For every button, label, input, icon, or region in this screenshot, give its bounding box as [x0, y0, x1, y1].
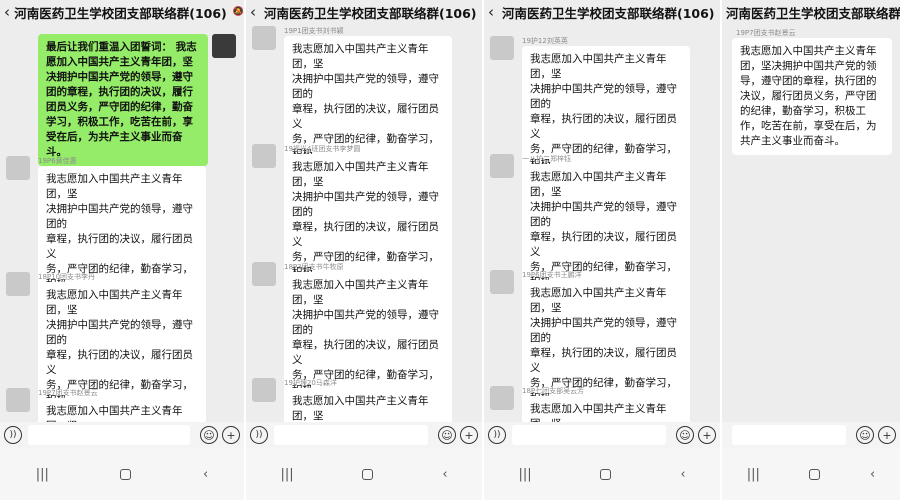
- plus-icon[interactable]: +: [222, 426, 240, 444]
- home-icon[interactable]: [600, 468, 612, 480]
- message-bubble[interactable]: 我志愿加入中国共产主义青年团，坚: [38, 398, 206, 422]
- back-nav-icon[interactable]: ‹: [442, 467, 447, 482]
- emoji-icon[interactable]: ☺: [856, 426, 874, 444]
- message-list[interactable]: 19P7团支书赵景云 我志愿加入中国共产主义青年团，坚决拥护中国共产党的领导，遵…: [722, 24, 900, 422]
- emoji-icon[interactable]: ☺: [438, 426, 456, 444]
- message-list[interactable]: 19P1团支书刘书颖 我志愿加入中国共产主义青年团，坚 决拥护中国共产党的领导，…: [246, 24, 482, 422]
- message-input[interactable]: [28, 425, 190, 445]
- avatar[interactable]: [212, 34, 236, 58]
- input-bar: ☺ +: [722, 422, 900, 448]
- sender-name: 18P3团支书牛牧原: [284, 263, 344, 271]
- sender-name: 19P1团支书刘书颖: [284, 27, 344, 35]
- group-title: 河南医药卫生学校团支部联络群(106): [726, 5, 900, 21]
- plus-icon[interactable]: +: [698, 426, 716, 444]
- sender-name: 19护12刘英英: [522, 37, 568, 45]
- message-list[interactable]: 19护12刘英英 我志愿加入中国共产主义青年团，坚 决拥护中国共产党的领导，遵守…: [484, 24, 720, 422]
- recent-apps-icon[interactable]: |||: [747, 467, 760, 482]
- back-nav-icon[interactable]: ‹: [870, 467, 875, 482]
- chat-screen-1: ‹ 河南医药卫生学校团支部联络群(106) 🔕 最后让我们重温入团誓词： 我志愿…: [0, 0, 244, 500]
- sender-name: 19P6团支书王鹏洋: [522, 271, 582, 279]
- message-bubble[interactable]: 我志愿加入中国共产主义青年团，坚: [522, 396, 690, 422]
- home-icon[interactable]: [362, 468, 374, 480]
- recent-apps-icon[interactable]: |||: [280, 467, 293, 482]
- input-bar: )) ☺ +: [0, 422, 244, 448]
- group-title: 河南医药卫生学校团支部联络群(106): [264, 5, 477, 21]
- input-bar: )) ☺ +: [246, 422, 482, 448]
- sender-name: 19视光4班团支书李梦圆: [284, 145, 361, 153]
- input-bar: )) ☺ +: [484, 422, 720, 448]
- voice-icon[interactable]: )): [250, 426, 268, 444]
- back-arrow-icon[interactable]: ‹: [4, 3, 14, 21]
- plus-icon[interactable]: +: [460, 426, 478, 444]
- chat-screen-3: ‹ 河南医药卫生学校团支部联络群(106) 19护12刘英英 我志愿加入中国共产…: [484, 0, 720, 500]
- avatar[interactable]: [490, 270, 514, 294]
- avatar[interactable]: [490, 386, 514, 410]
- voice-icon[interactable]: )): [4, 426, 22, 444]
- system-nav-bar: ||| ‹: [246, 448, 482, 500]
- chat-screen-2: ‹ 河南医药卫生学校团支部联络群(106) 19P1团支书刘书颖 我志愿加入中国…: [246, 0, 482, 500]
- message-bubble[interactable]: 我志愿加入中国共产主义青年团，坚决拥护中国共产党的领导，遵守团的章程，执行团的决…: [732, 38, 892, 155]
- chat-header: ‹ 河南医药卫生学校团支部联络群(106) 🔕: [0, 0, 244, 24]
- system-nav-bar: ||| ‹: [0, 448, 244, 500]
- avatar[interactable]: [6, 388, 30, 412]
- chat-screen-4: 河南医药卫生学校团支部联络群(106) 19P7团支书赵景云 我志愿加入中国共产…: [722, 0, 900, 500]
- back-arrow-icon[interactable]: ‹: [488, 3, 502, 21]
- recent-apps-icon[interactable]: |||: [36, 467, 49, 482]
- back-arrow-icon[interactable]: ‹: [250, 3, 264, 21]
- avatar[interactable]: [6, 156, 30, 180]
- chat-header: ‹ 河南医药卫生学校团支部联络群(106): [246, 0, 482, 24]
- emoji-icon[interactable]: ☺: [676, 426, 694, 444]
- chat-header: 河南医药卫生学校团支部联络群(106): [722, 0, 900, 24]
- avatar[interactable]: [6, 272, 30, 296]
- back-nav-icon[interactable]: ‹: [203, 467, 208, 482]
- message-list[interactable]: 最后让我们重温入团誓词： 我志愿加入中国共产主义青年团，坚决拥护中国共产党的领导…: [0, 24, 244, 422]
- avatar[interactable]: [252, 378, 276, 402]
- recent-apps-icon[interactable]: |||: [518, 467, 531, 482]
- avatar[interactable]: [490, 154, 514, 178]
- plus-icon[interactable]: +: [878, 426, 896, 444]
- back-nav-icon[interactable]: ‹: [680, 467, 685, 482]
- emoji-icon[interactable]: ☺: [200, 426, 218, 444]
- message-input[interactable]: [274, 425, 428, 445]
- system-nav-bar: ||| ‹: [722, 448, 900, 500]
- message-input[interactable]: [512, 425, 666, 445]
- chat-header: ‹ 河南医药卫生学校团支部联络群(106): [484, 0, 720, 24]
- sender-name: 19护理20马森洋: [284, 379, 337, 387]
- message-bubble[interactable]: 我志愿加入中国共产主义青年团，坚 决拥护中国共产党的领导，遵守团的: [284, 388, 452, 422]
- avatar[interactable]: [490, 36, 514, 60]
- mute-icon: 🔕: [232, 7, 244, 17]
- sender-name: 一八护二郑梓钰: [522, 155, 571, 163]
- voice-icon[interactable]: )): [488, 426, 506, 444]
- sender-name: 18P七团支部吴云芳: [522, 387, 585, 395]
- system-nav-bar: ||| ‹: [484, 448, 720, 500]
- home-icon[interactable]: [809, 468, 821, 480]
- sender-name: 19P7团支书赵景云: [38, 389, 98, 397]
- avatar[interactable]: [252, 144, 276, 168]
- sender-name: 19P6黄佳惠: [38, 157, 77, 165]
- home-icon[interactable]: [120, 468, 132, 480]
- group-title: 河南医药卫生学校团支部联络群(106): [502, 5, 715, 21]
- avatar[interactable]: [252, 26, 276, 50]
- sender-name: 18P10团支书李丹: [38, 273, 96, 281]
- message-bubble-mine[interactable]: 最后让我们重温入团誓词： 我志愿加入中国共产主义青年团，坚决拥护中国共产党的领导…: [38, 34, 208, 166]
- sender-name: 19P7团支书赵景云: [736, 29, 796, 37]
- avatar[interactable]: [252, 262, 276, 286]
- message-input[interactable]: [732, 425, 846, 445]
- group-title: 河南医药卫生学校团支部联络群(106): [14, 5, 227, 21]
